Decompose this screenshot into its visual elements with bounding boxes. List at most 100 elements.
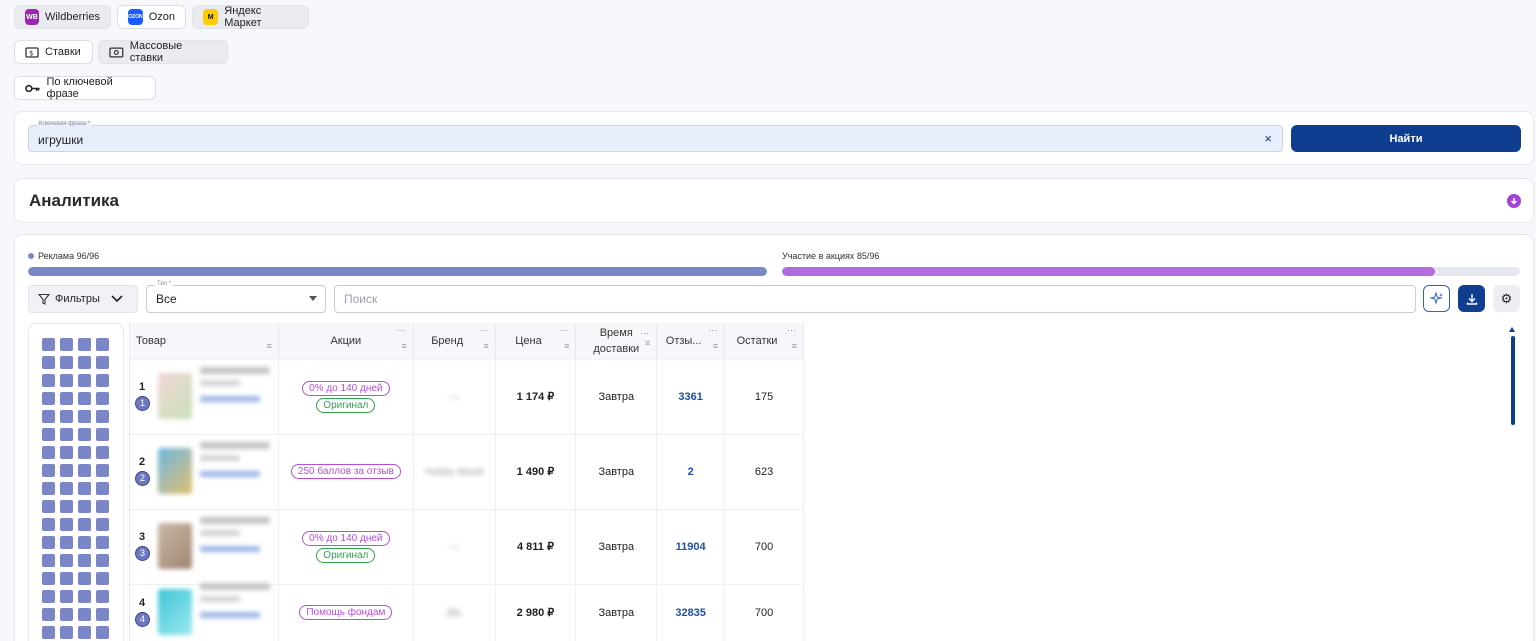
expand-icon[interactable] [1507,194,1521,208]
scroll-up-icon[interactable] [1509,327,1515,332]
rank-cell[interactable] [96,464,109,477]
cell-product[interactable]: 2 2 [130,433,279,509]
ai-sparkle-button[interactable] [1423,285,1450,312]
rank-cell[interactable] [78,572,91,585]
menu-icon[interactable]: ≡ [267,341,272,351]
rank-cell[interactable] [60,356,73,369]
rank-cell[interactable] [42,590,55,603]
rank-cell[interactable] [60,482,73,495]
rank-cell[interactable] [42,608,55,621]
rank-cell[interactable] [42,446,55,459]
rank-cell[interactable] [42,392,55,405]
marketplace-yandex-market[interactable]: M Яндекс Маркет [192,5,309,29]
menu-icon[interactable]: ≡ [483,341,488,351]
reviews-link[interactable]: 3361 [678,391,702,403]
rank-cell[interactable] [60,626,73,639]
product-thumbnail[interactable] [158,372,192,419]
header-stock[interactable]: Остатки ⋯ ≡ [724,323,804,359]
more-icon[interactable]: ⋯ [479,325,489,336]
rank-cell[interactable] [60,338,73,351]
rank-cell[interactable] [96,356,109,369]
rank-cell[interactable] [42,554,55,567]
rank-cell[interactable] [42,374,55,387]
reviews-link[interactable]: 32835 [675,607,706,619]
more-icon[interactable]: ⋯ [397,325,407,336]
rank-cell[interactable] [78,590,91,603]
menu-icon[interactable]: ≡ [792,341,797,351]
more-icon[interactable]: ⋯ [787,325,797,336]
marketplace-wildberries[interactable]: WB Wildberries [14,5,111,29]
rank-cell[interactable] [96,482,109,495]
rank-cell[interactable] [78,626,91,639]
cell-product[interactable]: 1 1 [130,358,279,434]
rank-cell[interactable] [78,482,91,495]
rank-cell[interactable] [42,500,55,513]
analytics-card[interactable]: Аналитика [14,178,1534,223]
rank-cell[interactable] [96,626,109,639]
reviews-link[interactable]: 11904 [676,541,706,553]
rank-cell[interactable] [42,518,55,531]
product-title[interactable] [200,366,270,402]
rank-cell[interactable] [60,536,73,549]
rank-cell[interactable] [60,572,73,585]
header-promos[interactable]: Акции ⋯ ≡ [278,323,414,359]
menu-icon[interactable]: ≡ [402,341,407,351]
marketplace-ozon[interactable]: OZON Ozon [117,5,186,29]
rank-cell[interactable] [78,446,91,459]
rank-cell[interactable] [78,338,91,351]
rank-cell[interactable] [96,374,109,387]
rank-cell[interactable] [78,410,91,423]
bids-tab[interactable]: $ Ставки [14,40,93,64]
more-icon[interactable]: ⋯ [559,325,569,336]
rank-cell[interactable] [96,338,109,351]
cell-reviews[interactable]: 11904 [656,508,726,584]
product-thumbnail[interactable] [158,588,192,635]
rank-cell[interactable] [60,374,73,387]
rank-cell[interactable] [42,482,55,495]
rank-cell[interactable] [42,536,55,549]
table-row[interactable]: 1 1 0% до 140 дней Оригинал — 1 174 ₽ Зав… [130,358,804,434]
rank-cell[interactable] [96,392,109,405]
rank-cell[interactable] [96,446,109,459]
product-title[interactable] [200,582,270,618]
rank-cell[interactable] [78,554,91,567]
rank-cell[interactable] [60,392,73,405]
rank-cell[interactable] [78,464,91,477]
rank-cell[interactable] [96,500,109,513]
type-select[interactable]: Тип * Все [146,281,326,313]
header-product[interactable]: Товар ≡ [130,323,279,359]
menu-icon[interactable]: ≡ [564,341,569,351]
table-row[interactable]: 3 3 0% до 140 дней Оригинал — 4 811 ₽ Зав… [130,508,804,584]
header-delivery[interactable]: Время доставки ⋯ ≡ [575,323,658,359]
find-button[interactable]: Найти [1291,125,1521,152]
rank-cell[interactable] [78,518,91,531]
rank-cell[interactable] [78,428,91,441]
rank-cell[interactable] [60,608,73,621]
rank-cell[interactable] [60,464,73,477]
header-price[interactable]: Цена ⋯ ≡ [495,323,577,359]
menu-icon[interactable]: ≡ [645,335,650,351]
rank-cell[interactable] [78,500,91,513]
header-brand[interactable]: Бренд ⋯ ≡ [413,323,496,359]
rank-cell[interactable] [78,392,91,405]
rank-cell[interactable] [96,572,109,585]
rank-cell[interactable] [42,464,55,477]
header-reviews[interactable]: Отзы... ⋯ ≡ [656,323,726,359]
product-thumbnail[interactable] [158,447,192,494]
reviews-link[interactable]: 2 [688,466,694,478]
rank-cell[interactable] [96,518,109,531]
cell-reviews[interactable]: 2 [656,433,726,509]
table-row[interactable]: 4 4 Помощь фондам JBL 2 980 ₽ Завтра 328… [130,582,804,641]
cell-reviews[interactable]: 3361 [656,358,726,434]
rank-cell[interactable] [60,428,73,441]
keyword-phrase-field[interactable]: Ключевая фраза * игрушки × [28,121,1283,152]
rank-cell[interactable] [60,410,73,423]
rank-cell[interactable] [96,428,109,441]
rank-cell[interactable] [96,590,109,603]
rank-cell[interactable] [96,410,109,423]
clear-icon[interactable]: × [1264,131,1272,146]
rank-cell[interactable] [78,374,91,387]
vertical-scrollbar[interactable] [1509,327,1515,637]
rank-cell[interactable] [60,590,73,603]
rank-cell[interactable] [42,356,55,369]
